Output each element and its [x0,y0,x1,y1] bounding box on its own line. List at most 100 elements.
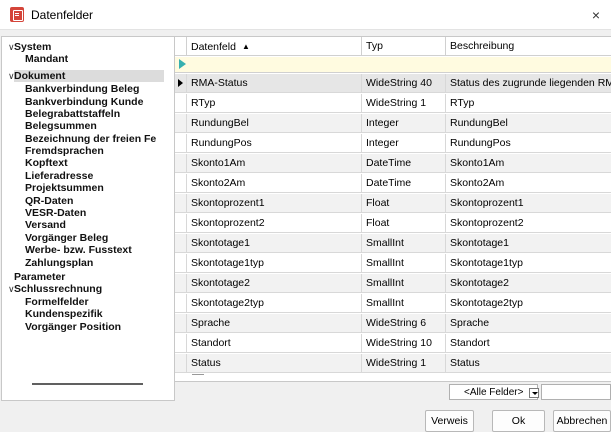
cell-desc[interactable]: RTyp [446,94,611,113]
cell-type[interactable]: DateTime [362,174,446,193]
table-row[interactable]: Skontotage1typ SmallInt Skontotage1typ [175,254,611,273]
cell-field[interactable]: RundungBel [187,114,362,133]
tree-item[interactable]: Versand [25,219,66,231]
table-row[interactable]: Standort WideString 10 Standort [175,334,611,353]
table-row[interactable]: Skontoprozent2 Float Skontoprozent2 [175,214,611,233]
tree-item[interactable]: Belegsummen [25,120,97,132]
cell-field[interactable]: Standort [187,334,362,353]
tree-item[interactable]: System [14,41,51,53]
tree-item[interactable]: Dokument [14,70,164,82]
table-row[interactable]: RTyp WideString 1 RTyp [175,94,611,113]
cell-field[interactable]: Skontotage2typ [187,294,362,313]
cell-type[interactable]: SmallInt [362,274,446,293]
cell-desc[interactable]: Sprache [446,314,611,333]
column-header-datenfeld[interactable]: Datenfeld ▲ [187,37,362,56]
cell-desc[interactable]: Skonto1Am [446,154,611,173]
table-row[interactable]: RundungBel Integer RundungBel [175,114,611,133]
tree-horizontal-scrollbar[interactable] [32,383,143,385]
fields-grid[interactable]: Datenfeld ▲ Typ Beschreibung RMA-Status Wi… [175,36,611,381]
cell-desc[interactable]: RundungBel [446,114,611,133]
tree-item[interactable]: VESR-Daten [25,207,86,219]
cell-field[interactable]: Skontoprozent1 [187,194,362,213]
cancel-button[interactable]: Abbrechen [553,410,611,432]
table-row[interactable]: Sprache WideString 6 Sprache [175,314,611,333]
cell-field[interactable]: Skonto1Am [187,154,362,173]
tree-item[interactable]: Bezeichnung der freien Fe [25,133,156,145]
table-row[interactable]: Skontotage1 SmallInt Skontotage1 [175,234,611,253]
cell-type[interactable]: DateTime [362,154,446,173]
cell-field[interactable]: RTyp [187,94,362,113]
table-row[interactable]: Skonto2Am DateTime Skonto2Am [175,174,611,193]
tree-item[interactable]: Bankverbindung Beleg [25,83,139,95]
close-button[interactable]: × [581,0,611,30]
table-row[interactable]: Skontoprozent1 Float Skontoprozent1 [175,194,611,213]
tree-item[interactable]: Lieferadresse [25,170,93,182]
cell-type[interactable]: WideString 1 [362,354,446,373]
table-row[interactable]: Skonto1Am DateTime Skonto1Am [175,154,611,173]
cell-field[interactable]: Skontotage1typ [187,254,362,273]
table-row[interactable]: RundungPos Integer RundungPos [175,134,611,153]
cell-type[interactable]: WideString 1 [362,94,446,113]
tree-item[interactable]: Parameter [14,271,65,283]
cell-field[interactable]: Skontotage1 [187,234,362,253]
cell-desc[interactable]: Skontotage1 [446,234,611,253]
cell-type[interactable]: WideString 40 [362,74,446,93]
table-row[interactable]: Skontotage2 SmallInt Skontotage2 [175,274,611,293]
ok-button[interactable]: Ok [492,410,545,432]
category-tree[interactable]: System ∨ Mandant Dokument ∨ Bankverbindung Be… [1,36,175,401]
chevron-down-icon[interactable] [529,388,539,398]
tree-item[interactable]: Schlussrechnung [14,283,102,295]
table-row[interactable]: Skontotage2typ SmallInt Skontotage2typ [175,294,611,313]
cell-desc[interactable]: Skontotage2 [446,274,611,293]
grid-filter-row[interactable] [175,57,611,73]
cell-field[interactable]: Skontoprozent2 [187,214,362,233]
chevron-down-icon[interactable]: ∨ [8,70,18,82]
cell-type[interactable]: Float [362,214,446,233]
cell-field[interactable]: Skonto2Am [187,174,362,193]
chevron-down-icon[interactable]: ∨ [8,283,18,295]
cell-field[interactable]: RundungPos [187,134,362,153]
table-row[interactable]: Status WideString 1 Status [175,354,611,373]
field-filter-select[interactable]: <Alle Felder> [449,384,539,400]
tree-item[interactable]: Kopftext [25,157,68,169]
cell-desc[interactable]: Skontoprozent1 [446,194,611,213]
verweis-button[interactable]: Verweis [425,410,474,432]
filter-text-input[interactable] [541,384,611,400]
tree-item[interactable]: Formelfelder [25,296,89,308]
cell-field[interactable]: Skontotage2 [187,274,362,293]
cell-desc[interactable]: Skonto2Am [446,174,611,193]
cell-desc[interactable]: Status [446,354,611,373]
cell-type[interactable]: WideString 6 [362,314,446,333]
column-header-beschreibung[interactable]: Beschreibung [446,37,611,56]
cell-type[interactable]: Float [362,194,446,213]
cell-field[interactable]: RMA-Status [187,74,362,93]
cell-type[interactable]: SmallInt [362,254,446,273]
cell-type[interactable]: Integer [362,114,446,133]
tree-item[interactable]: Werbe- bzw. Fusstext [25,244,132,256]
cell-desc[interactable]: Skontotage1typ [446,254,611,273]
table-row[interactable]: RMA-Status WideString 40 Status des zugrun… [175,74,611,93]
cell-desc[interactable]: Standort [446,334,611,353]
tree-item[interactable]: Projektsummen [25,182,104,194]
cell-desc[interactable]: RundungPos [446,134,611,153]
tree-item[interactable]: Mandant [25,53,68,65]
tree-item[interactable]: Vorgänger Position [25,321,121,333]
tree-item[interactable]: Kundenspezifik [25,308,103,320]
cell-type[interactable]: SmallInt [362,294,446,313]
tree-item[interactable]: Vorgänger Beleg [25,232,108,244]
tree-item[interactable]: QR-Daten [25,195,73,207]
cell-type[interactable]: SmallInt [362,234,446,253]
tree-item[interactable]: Fremdsprachen [25,145,104,157]
cell-desc[interactable]: Skontoprozent2 [446,214,611,233]
cell-field[interactable]: Sprache [187,314,362,333]
tree-item[interactable]: Zahlungsplan [25,257,93,269]
column-header-typ[interactable]: Typ [362,37,446,56]
cell-desc[interactable]: Skontotage2typ [446,294,611,313]
cell-field[interactable]: Status [187,354,362,373]
chevron-down-icon[interactable]: ∨ [8,41,18,53]
tree-item[interactable]: Bankverbindung Kunde [25,96,143,108]
cell-type[interactable]: Integer [362,134,446,153]
tree-item[interactable]: Belegrabattstaffeln [25,108,120,120]
cell-desc[interactable]: Status des zugrunde liegenden RMA-Vorga [446,74,611,93]
cell-type[interactable]: WideString 10 [362,334,446,353]
